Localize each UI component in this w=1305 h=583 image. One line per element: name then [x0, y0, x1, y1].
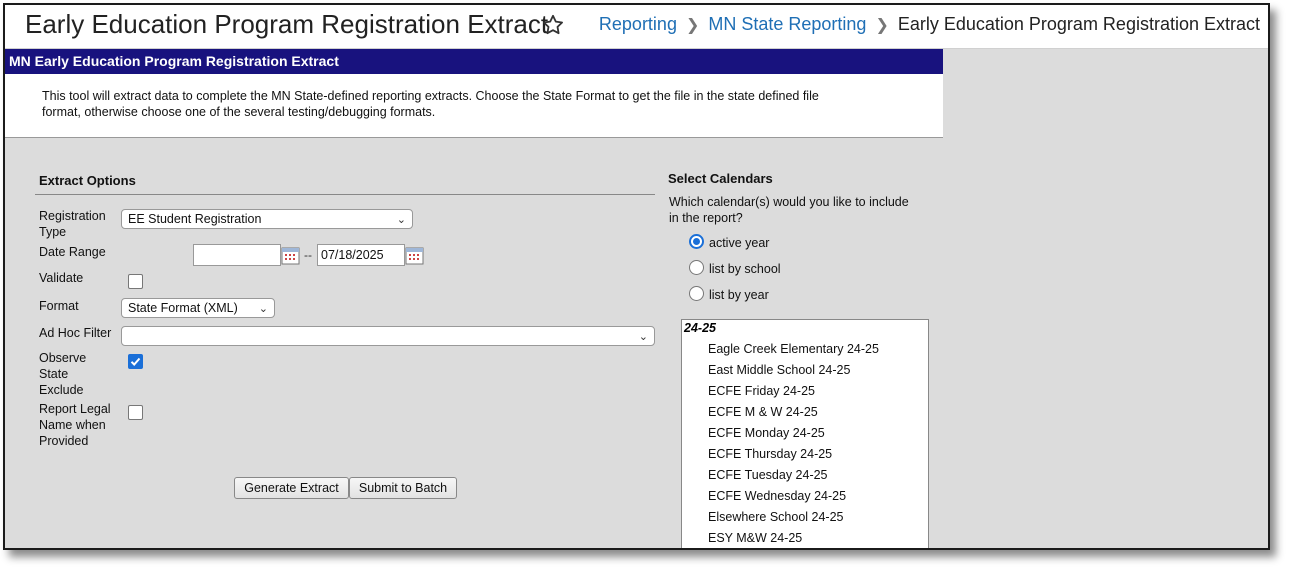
- calendar-option[interactable]: East Middle School 24-25: [682, 360, 928, 381]
- calendar-icon[interactable]: [281, 246, 300, 265]
- date-range-separator: --: [304, 248, 312, 262]
- calendar-option[interactable]: Elsewhere School 24-25: [682, 507, 928, 528]
- calendar-option[interactable]: ECFE Friday 24-25: [682, 381, 928, 402]
- panel-description: This tool will extract data to complete …: [5, 74, 943, 120]
- calendar-icon[interactable]: [405, 246, 424, 265]
- label-line: Report Legal: [39, 402, 111, 416]
- label-line: Provided: [39, 434, 89, 448]
- validate-label: Validate: [39, 271, 84, 285]
- calendar-option[interactable]: ECFE Wednesday 24-25: [682, 486, 928, 507]
- label-line: Name when: [39, 418, 106, 432]
- chevron-down-icon: ⌄: [396, 214, 406, 226]
- calendar-option[interactable]: ECFE Thursday 24-25: [682, 444, 928, 465]
- start-date-input[interactable]: [193, 244, 281, 266]
- extract-form: Extract Options Registration Type EE Stu…: [5, 138, 943, 548]
- select-calendars-title: Select Calendars: [668, 171, 773, 186]
- format-label: Format: [39, 299, 79, 313]
- label-line: Observe: [39, 351, 87, 365]
- calendar-option[interactable]: ESY M&W 24-25: [682, 528, 928, 548]
- breadcrumb-mn-state-reporting[interactable]: MN State Reporting: [708, 14, 866, 34]
- radio-active-year[interactable]: [689, 234, 704, 249]
- divider: [35, 194, 655, 195]
- ad-hoc-filter-select[interactable]: ⌄: [121, 326, 655, 346]
- star-icon[interactable]: [541, 13, 565, 37]
- ad-hoc-filter-label: Ad Hoc Filter: [39, 326, 112, 340]
- radio-list-by-year[interactable]: [689, 286, 704, 301]
- panel-description-line: format, otherwise choose one of the seve…: [42, 105, 436, 119]
- submit-to-batch-button[interactable]: Submit to Batch: [349, 477, 457, 499]
- chevron-down-icon: ⌄: [638, 331, 648, 343]
- extract-options-title: Extract Options: [39, 173, 136, 188]
- chevron-right-icon: ❯: [875, 17, 889, 34]
- label-line: Registration: [39, 209, 106, 223]
- app-window: Early Education Program Registration Ext…: [3, 3, 1270, 550]
- calendar-group-label: 24-25: [684, 321, 716, 335]
- validate-checkbox[interactable]: [128, 274, 143, 289]
- calendar-option[interactable]: ECFE Tuesday 24-25: [682, 465, 928, 486]
- generate-extract-button[interactable]: Generate Extract: [234, 477, 349, 499]
- report-legal-name-label: Report Legal Name when Provided: [39, 401, 111, 449]
- observe-state-exclude-label: Observe State Exclude: [39, 350, 86, 398]
- label-line: Type: [39, 225, 67, 239]
- registration-type-select[interactable]: EE Student Registration ⌄: [121, 209, 413, 229]
- radio-list-by-school-label[interactable]: list by school: [709, 261, 781, 277]
- observe-state-exclude-checkbox[interactable]: [128, 354, 143, 369]
- breadcrumb-current: Early Education Program Registration Ext…: [897, 14, 1260, 34]
- chevron-right-icon: ❯: [685, 17, 700, 34]
- radio-list-by-school[interactable]: [689, 260, 704, 275]
- panel-description-line: This tool will extract data to complete …: [42, 89, 819, 103]
- question-line: Which calendar(s) would you like to incl…: [669, 195, 909, 209]
- calendar-option[interactable]: ECFE Monday 24-25: [682, 423, 928, 444]
- registration-type-value: EE Student Registration: [128, 212, 262, 226]
- label-line: State: [39, 367, 69, 381]
- end-date-input[interactable]: 07/18/2025: [317, 244, 405, 266]
- radio-list-by-year-label[interactable]: list by year: [709, 287, 769, 303]
- format-select[interactable]: State Format (XML) ⌄: [121, 298, 275, 318]
- label-line: Exclude: [39, 383, 84, 397]
- date-range-label: Date Range: [39, 245, 106, 259]
- registration-type-label: Registration Type: [39, 208, 106, 240]
- calendar-option[interactable]: Eagle Creek Elementary 24-25: [682, 339, 928, 360]
- calendars-question: Which calendar(s) would you like to incl…: [669, 194, 909, 226]
- format-value: State Format (XML): [128, 301, 238, 315]
- question-line: in the report?: [669, 211, 743, 225]
- calendar-option[interactable]: ECFE M & W 24-25: [682, 402, 928, 423]
- calendar-listbox[interactable]: 24-25 Eagle Creek Elementary 24-25 East …: [681, 319, 929, 548]
- checkmark-icon: [130, 357, 141, 366]
- page-title: Early Education Program Registration Ext…: [25, 9, 549, 39]
- tool-info-panel: MN Early Education Program Registration …: [5, 49, 943, 138]
- radio-active-year-label[interactable]: active year: [709, 235, 769, 251]
- breadcrumb-reporting[interactable]: Reporting: [599, 14, 677, 34]
- panel-title: MN Early Education Program Registration …: [5, 49, 943, 74]
- chevron-down-icon: ⌄: [258, 303, 268, 315]
- breadcrumb: Reporting ❯ MN State Reporting ❯ Early Educa…: [599, 14, 1260, 35]
- top-bar: Early Education Program Registration Ext…: [5, 5, 1268, 49]
- report-legal-name-checkbox[interactable]: [128, 405, 143, 420]
